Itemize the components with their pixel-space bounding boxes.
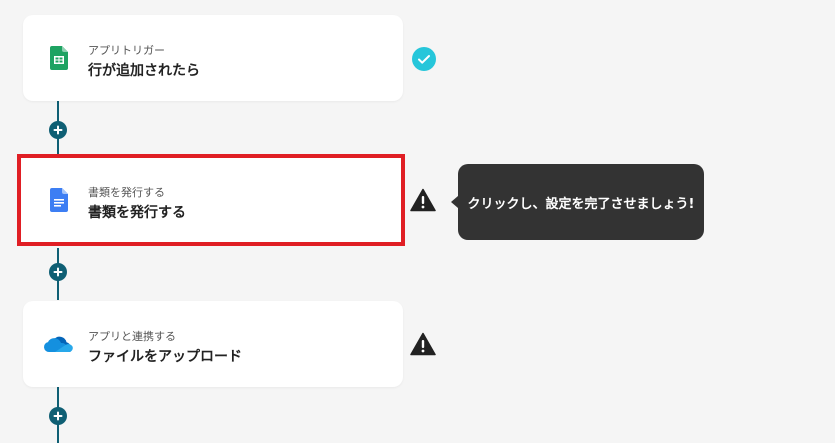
- tooltip: クリックし、設定を完了させましょう!: [451, 164, 704, 240]
- add-step-button[interactable]: [49, 407, 67, 425]
- onedrive-icon: [43, 330, 73, 358]
- add-step-button[interactable]: [49, 121, 67, 139]
- google-sheets-icon: [47, 44, 71, 72]
- step-title: ファイルをアップロード: [88, 349, 242, 365]
- warning-icon: [410, 187, 436, 213]
- plus-icon: [53, 125, 63, 135]
- step-card-issue-document[interactable]: 書類を発行する 書類を発行する: [17, 154, 405, 246]
- google-docs-icon: [47, 186, 71, 214]
- step-subtitle: アプリトリガー: [88, 44, 165, 57]
- step-card-trigger[interactable]: アプリトリガー 行が追加されたら: [23, 15, 403, 101]
- plus-icon: [53, 411, 63, 421]
- add-step-button[interactable]: [49, 263, 67, 281]
- step-title: 行が追加されたら: [88, 63, 200, 79]
- check-circle-icon: [411, 46, 437, 72]
- step-title: 書類を発行する: [88, 205, 186, 221]
- step-card-upload-file[interactable]: アプリと連携する ファイルをアップロード: [23, 301, 403, 387]
- step-subtitle: アプリと連携する: [88, 330, 176, 343]
- tooltip-text: クリックし、設定を完了させましょう!: [467, 196, 695, 212]
- warning-icon: [410, 331, 436, 357]
- plus-icon: [53, 267, 63, 277]
- step-subtitle: 書類を発行する: [88, 186, 165, 199]
